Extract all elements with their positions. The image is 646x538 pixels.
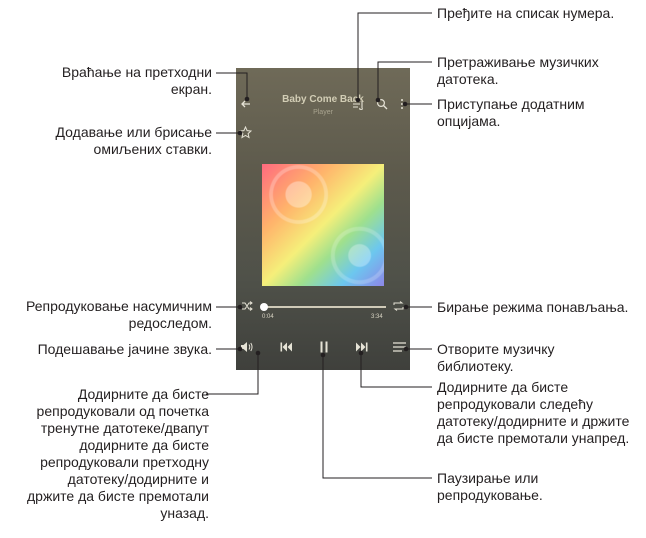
callout-playlist: Пређите на списак нумера. bbox=[437, 5, 615, 21]
callout-favorite: Додавање или брисање омиљених ставки. bbox=[55, 124, 212, 157]
callout-pause: Паузирање или репродуковање. bbox=[437, 470, 543, 503]
callout-library: Отворите музичку библиотеку. bbox=[437, 341, 555, 374]
callout-search: Претраживање музичких датотека. bbox=[437, 54, 599, 87]
callout-next: Додирните да бисте репродуковали следећу… bbox=[437, 379, 630, 446]
callout-more: Приступање додатним опцијама. bbox=[437, 96, 585, 129]
callout-shuffle: Репродуковање насумичним редоследом. bbox=[26, 298, 212, 331]
callout-volume: Подешавање јачине звука. bbox=[37, 341, 212, 357]
callout-repeat: Бирање режима понављања. bbox=[437, 299, 629, 315]
callout-previous: Додирните да бисте репродуковали од поче… bbox=[27, 386, 209, 521]
callout-back: Враћање на претходни екран. bbox=[61, 64, 212, 97]
